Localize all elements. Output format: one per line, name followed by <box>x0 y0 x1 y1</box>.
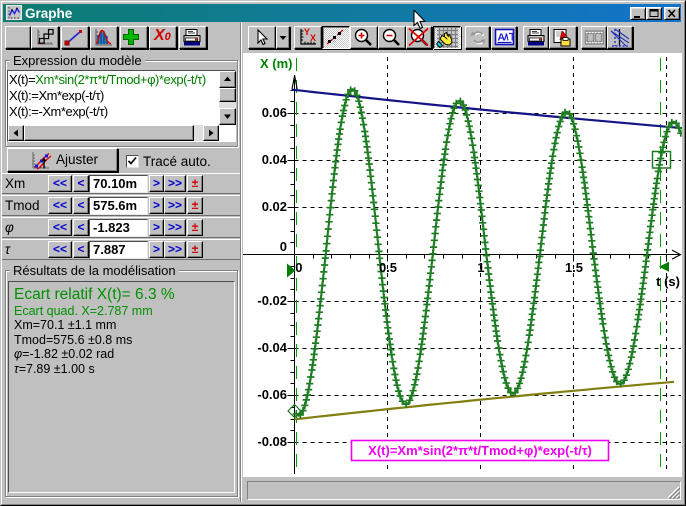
svg-text:0.04: 0.04 <box>262 152 288 167</box>
svg-text:-0.02: -0.02 <box>257 293 287 308</box>
svg-text:X (m): X (m) <box>260 56 293 71</box>
svg-text:-0.04: -0.04 <box>257 340 287 355</box>
svg-text:X(t)=Xm*sin(2*π*t/Tmod+φ)*exp(: X(t)=Xm*sin(2*π*t/Tmod+φ)*exp(-t/τ) <box>368 443 592 458</box>
svg-text:1.5: 1.5 <box>565 260 583 275</box>
svg-text:0.02: 0.02 <box>262 199 287 214</box>
svg-text:-0.06: -0.06 <box>257 387 287 402</box>
svg-text:A: A <box>497 32 505 44</box>
svg-text:0.06: 0.06 <box>262 105 287 120</box>
svg-text:t (s): t (s) <box>656 274 680 289</box>
svg-text:0: 0 <box>280 239 287 254</box>
svg-text:1: 1 <box>477 260 484 275</box>
svg-text:0: 0 <box>295 260 302 275</box>
svg-text:-0.08: -0.08 <box>257 434 287 449</box>
svg-text:X: X <box>310 33 316 43</box>
svg-text:0.5: 0.5 <box>379 260 397 275</box>
